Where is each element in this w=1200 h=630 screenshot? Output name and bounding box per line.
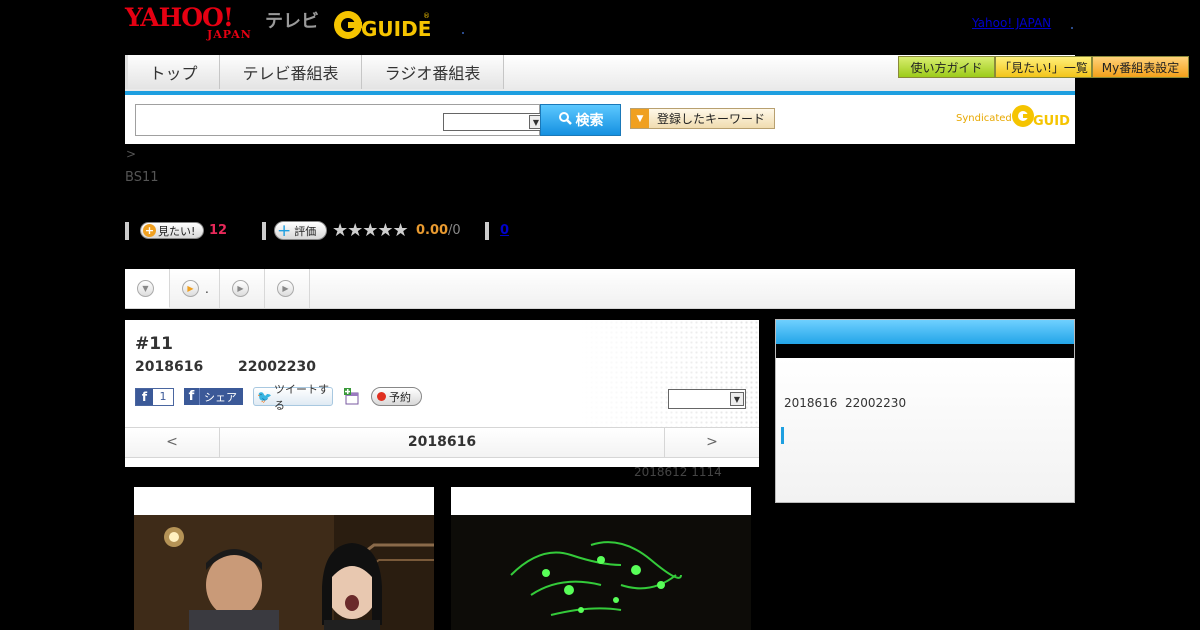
search-icon [558, 111, 572, 129]
my-guide-settings-button[interactable]: My番組表設定 [1092, 56, 1189, 78]
facebook-like-count: 1 [159, 390, 167, 403]
episode-still-image [134, 515, 434, 630]
breadcrumb[interactable]: > [126, 147, 136, 161]
thumbnail-caption [134, 487, 434, 515]
broadcast-time: 22002230 [845, 396, 907, 410]
next-day-button[interactable]: > [664, 428, 759, 457]
episode-thumbnail-1[interactable] [134, 487, 434, 630]
program-action-select[interactable]: ▼ [668, 389, 746, 409]
separator-dot [1071, 27, 1073, 29]
star-rating: ★★★★★ [332, 220, 409, 241]
japan-logo-text: JAPAN [207, 28, 252, 41]
tv-logo-label: テレビ [265, 11, 319, 32]
saved-keywords-label: 登録したキーワード [657, 112, 766, 126]
record-reservation-button[interactable]: 予約 [371, 387, 422, 406]
svg-text:®: ® [423, 12, 430, 20]
panel-header [776, 320, 1074, 344]
nav-tabs: トップ テレビ番組表 ラジオ番組表 [125, 55, 504, 91]
chevron-down-icon: ▼ [137, 279, 154, 297]
broadcast-info-panel: 2018616 22002230 [775, 319, 1075, 503]
play-icon: ▶ [277, 280, 294, 297]
panel-body [776, 358, 1074, 502]
nav-tab-radio-guide[interactable]: ラジオ番組表 [362, 55, 504, 89]
saved-keywords-button[interactable]: ▼ 登録したキーワード [630, 108, 775, 129]
search-button-label: 検索 [575, 113, 604, 129]
twitter-bird-icon: 🐦 [257, 389, 272, 404]
rating-score: 0.00 [416, 223, 449, 238]
global-nav: トップ テレビ番組表 ラジオ番組表 使い方ガイド 「見たい!」一覧 My番組表設… [125, 55, 1189, 95]
program-detail-panel: #11 2018616 22002230 f 1 f シェア 🐦 ツイートする … [125, 320, 759, 467]
yahoo-japan-link[interactable]: Yahoo! JAPAN [972, 16, 1051, 30]
record-dot-icon [377, 392, 386, 401]
svg-text:GUIDE: GUIDE [361, 17, 431, 41]
last-updated: 2018612 1114 [634, 465, 722, 479]
tab-overview[interactable]: ▼ [125, 269, 170, 308]
separator-dot [462, 32, 464, 34]
play-icon: ▶ [232, 280, 249, 297]
episode-title: #11 [135, 334, 173, 354]
section-accent-bar [781, 427, 784, 444]
want-to-watch-list-button[interactable]: 「見たい!」一覧 [995, 56, 1092, 78]
search-button[interactable]: 検索 [540, 104, 621, 136]
play-icon: ▶ [182, 280, 199, 297]
tweet-label: ツイートする [273, 382, 329, 412]
search-category-select[interactable]: ▼ [443, 113, 545, 131]
divider-bar [485, 222, 489, 240]
facebook-icon: f [136, 389, 153, 405]
broadcast-date: 2018616 [784, 396, 838, 410]
review-count-link[interactable]: 0 [500, 223, 509, 238]
rate-button[interactable]: + 評価 [274, 221, 327, 240]
want-to-watch-label: 見たい! [158, 224, 196, 238]
want-to-watch-button[interactable]: + 見たい! [140, 222, 204, 239]
triangle-down-icon: ▼ [631, 109, 649, 128]
facebook-share-button[interactable]: f シェア [184, 388, 243, 405]
tweet-button[interactable]: 🐦 ツイートする [253, 383, 333, 412]
want-to-watch-count: 12 [209, 223, 228, 238]
air-date: 2018616 [135, 359, 204, 375]
nav-tab-top[interactable]: トップ [125, 55, 220, 89]
tab-fourth[interactable]: ▶ [265, 269, 310, 308]
syndicated-gguide-logo: Syndicated GUIDE [956, 103, 1071, 133]
facebook-share-label: シェア [204, 390, 237, 404]
divider-bar [125, 222, 129, 240]
dropdown-arrow-icon: ▼ [730, 392, 744, 406]
dot-pattern-decoration [579, 320, 759, 428]
rating-count: /0 [448, 223, 461, 238]
divider-bar [262, 222, 266, 240]
plus-icon: + [277, 220, 292, 241]
detail-tabs: ▼ ▶ . ▶ ▶ [125, 269, 1075, 309]
tab-second[interactable]: ▶ . [170, 269, 220, 308]
facebook-like-button[interactable]: f 1 [135, 388, 174, 406]
thumbnail-caption [451, 487, 751, 515]
syndicated-label: Syndicated [956, 113, 1012, 124]
panel-header-band [776, 344, 1074, 358]
plus-icon: + [143, 224, 156, 237]
add-calendar-icon[interactable] [344, 388, 360, 405]
nav-tab-tv-guide[interactable]: テレビ番組表 [220, 55, 362, 89]
search-input[interactable]: ▼ [135, 104, 545, 136]
tab-label: . [205, 281, 209, 296]
svg-text:GUIDE: GUIDE [1033, 114, 1071, 129]
yahoo-japan-logo[interactable]: YAHOO! JAPAN [125, 5, 265, 42]
gguide-logo[interactable]: GUIDE ® [333, 8, 433, 42]
air-time: 22002230 [238, 359, 316, 375]
utility-buttons: 使い方ガイド 「見たい!」一覧 My番組表設定 [898, 56, 1189, 78]
search-bar: ▼ 検索 ▼ 登録したキーワード Syndicated GUIDE [125, 95, 1075, 144]
channel-name: BS11 [125, 170, 159, 185]
facebook-icon: f [184, 388, 200, 405]
tab-third[interactable]: ▶ [220, 269, 265, 308]
previous-day-button[interactable]: < [125, 428, 220, 457]
date-navigation: < 2018616 > [125, 427, 759, 458]
rate-label: 評価 [294, 224, 317, 238]
current-date: 2018616 [407, 434, 477, 450]
usage-guide-button[interactable]: 使い方ガイド [898, 56, 995, 78]
reservation-label: 予約 [389, 390, 411, 404]
episode-still-image [451, 515, 751, 630]
episode-thumbnail-2[interactable] [451, 487, 751, 630]
